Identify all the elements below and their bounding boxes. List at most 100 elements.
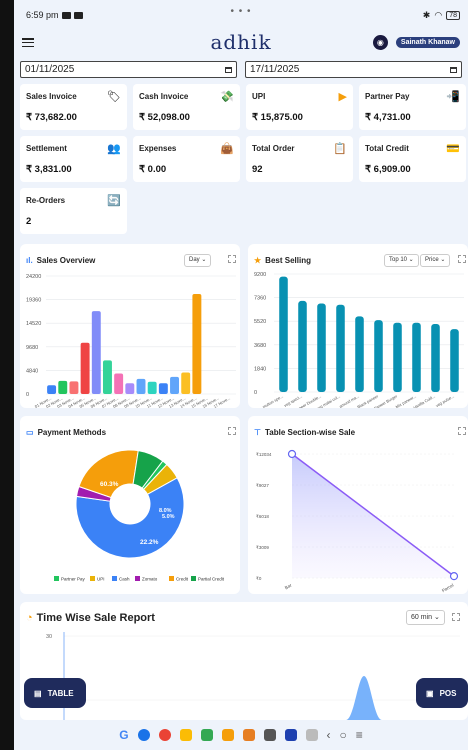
bar (393, 322, 402, 392)
bar (170, 376, 179, 394)
bar (431, 324, 440, 392)
partner-pay-icon: 📲 (446, 91, 460, 103)
y-tick-label: ₹0 (256, 576, 262, 581)
y-tick-label: 24200 (26, 274, 41, 280)
bar (147, 381, 157, 394)
stat-card[interactable]: Re-Orders 2 🔄 (20, 188, 127, 234)
legend-swatch (135, 576, 140, 581)
order-icon: 📋 (333, 143, 347, 155)
y-tick-label: 1840 (254, 366, 266, 372)
app-logo: adhik (210, 30, 272, 54)
table-section-panel: ⊤ Table Section-wise Sale ₹0 ₹3009 ₹6018 ₹90… (248, 416, 468, 594)
legend-label: Cash (119, 577, 130, 582)
y-tick-label: 14520 (26, 321, 41, 327)
more-dots-icon: • • • (230, 6, 252, 17)
app-screen: 6:59 pm • • • ✱ ◠ 78 adhik ◉ Sainath Kha… (14, 0, 468, 750)
user-name-badge[interactable]: Sainath Khanaw (395, 37, 460, 48)
status-bar: 6:59 pm • • • ✱ ◠ 78 (14, 0, 468, 30)
gallery-app-icon[interactable] (284, 729, 297, 741)
status-time: 6:59 pm (26, 10, 59, 20)
legend-label: Zomato (142, 577, 158, 582)
notification-bell-icon[interactable]: ◉ (372, 35, 388, 50)
play-store-icon[interactable] (200, 729, 213, 741)
y-tick-label: ₹9027 (256, 483, 269, 488)
legend-label: Partial Credit (198, 577, 225, 582)
messages-app-icon[interactable] (137, 729, 150, 741)
reorder-icon: 🔄 (107, 195, 121, 207)
stat-card[interactable]: Sales Invoice ₹ 73,682.00 🏷 (20, 84, 127, 130)
photos-app-icon[interactable] (179, 729, 192, 741)
stat-card[interactable]: Total Order 92 📋 (246, 136, 353, 182)
y-tick-label: 4840 (26, 368, 38, 374)
y-tick-label: 3680 (254, 343, 266, 349)
calendar-icon[interactable] (225, 66, 232, 73)
legend-swatch (169, 576, 174, 581)
stat-cards: Sales Invoice ₹ 73,682.00 🏷 Cash Invoice ₹ … (14, 78, 468, 240)
recents-nav-icon[interactable]: ≡ (356, 728, 363, 742)
bar (80, 342, 90, 394)
stat-card[interactable]: Settlement ₹ 3,831.00 👥 (20, 136, 127, 182)
x-tick-label: Vanilla Cold... (412, 394, 436, 408)
y-tick-label: ₹3009 (256, 545, 269, 550)
stat-value: ₹ 52,098.00 (139, 112, 190, 123)
payment-methods-panel: ▭ Payment Methods 60.3% 22.2% 8.0% 5.0% Partn… (20, 416, 240, 594)
stat-value: 92 (252, 164, 263, 175)
legend-label: Partner Pay (61, 577, 86, 582)
table-button[interactable]: ▤ TABLE (24, 678, 86, 708)
pinwheel-app-icon[interactable] (221, 729, 234, 741)
y-tick-label: 19360 (26, 298, 41, 304)
apps-grid-icon[interactable] (305, 729, 318, 741)
notification-icon (73, 11, 83, 19)
bar (181, 372, 191, 394)
from-date-field[interactable]: 01/11/2025 (20, 61, 237, 78)
cash-icon: 💸 (220, 91, 234, 103)
legend-swatch (54, 576, 59, 581)
stat-value: ₹ 15,875.00 (252, 112, 303, 123)
bar (192, 294, 202, 394)
x-tick-label: Parcel (441, 583, 455, 594)
google-app-icon[interactable]: G (119, 728, 128, 742)
bar (355, 316, 364, 392)
data-point (449, 572, 459, 581)
sales-overview-panel: ıl. Sales Overview Day ⌄ 0 4840 9680 14520 19… (20, 244, 240, 408)
upi-icon: ▶ (338, 91, 347, 103)
credit-icon: 💳 (446, 143, 460, 155)
stat-value: ₹ 4,731.00 (365, 112, 411, 123)
time-report-chart: 3024 (46, 632, 460, 720)
stat-card[interactable]: Cash Invoice ₹ 52,098.00 💸 (133, 84, 240, 130)
menu-icon[interactable] (22, 38, 34, 47)
y-tick-label: ₹6018 (256, 514, 269, 519)
time-report-panel: ◔Time Wise Sale Report 60 min ⌄ 3024 (20, 602, 468, 720)
settlement-icon: 👥 (107, 143, 121, 155)
calendar-icon[interactable] (450, 66, 457, 73)
bar (91, 311, 101, 394)
bar (58, 380, 68, 394)
stat-card[interactable]: Partner Pay ₹ 4,731.00 📲 (359, 84, 466, 130)
legend-label: UPI (97, 577, 105, 582)
notification-icon (61, 11, 71, 19)
stat-card[interactable]: UPI ₹ 15,875.00 ▶ (246, 84, 353, 130)
stat-card[interactable]: Total Credit ₹ 6,909.00 💳 (359, 136, 466, 182)
battery-icon: 78 (446, 10, 460, 20)
to-date-field[interactable]: 17/11/2025 (245, 61, 462, 78)
bar (103, 360, 112, 394)
date-filters: 01/11/2025 17/11/2025 (14, 55, 468, 78)
legend-swatch (191, 576, 196, 581)
stat-value: ₹ 3,831.00 (26, 164, 72, 175)
settings-app-icon[interactable] (242, 729, 255, 741)
bar (317, 303, 326, 392)
legend-swatch (90, 576, 95, 581)
x-tick-label: mutton spe... (261, 394, 284, 408)
bar (125, 383, 135, 394)
slice-label: 60.3% (100, 481, 119, 488)
pos-button[interactable]: ▣ POS (416, 678, 468, 708)
back-nav-icon[interactable]: ‹ (327, 728, 331, 742)
wifi-icon: ◠ (434, 9, 443, 20)
stat-card[interactable]: Expenses ₹ 0.00 👜 (133, 136, 240, 182)
time-series-peak (346, 676, 382, 720)
x-tick-label: Bar (284, 582, 293, 590)
chrome-app-icon[interactable] (158, 729, 171, 741)
camera-app-icon[interactable] (263, 729, 276, 741)
app-header: adhik ◉ Sainath Khanaw (14, 30, 468, 55)
home-nav-icon[interactable]: ○ (340, 728, 347, 742)
